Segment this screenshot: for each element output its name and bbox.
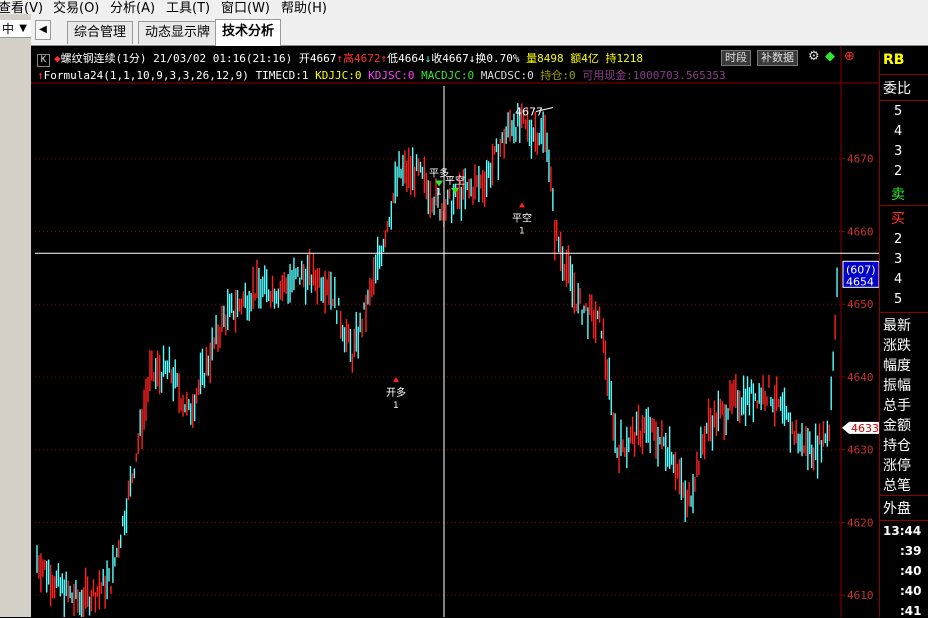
stat-range: 幅度 bbox=[883, 358, 911, 374]
stat-open-interest: 持仓 bbox=[883, 438, 911, 454]
formula-position: 持仓:0 bbox=[540, 69, 576, 82]
y-tick-label: 4640 bbox=[847, 371, 874, 384]
green-diamond-icon[interactable]: ◆ bbox=[825, 49, 835, 64]
left-pane-header[interactable]: 中 ▼ bbox=[0, 20, 31, 38]
candlestick-chart[interactable]: 4610462046304640465046604670(607)4654463… bbox=[31, 46, 879, 617]
settings-icon[interactable]: ⚙ bbox=[808, 49, 820, 64]
high-price: 高4672 bbox=[342, 52, 381, 65]
instrument-name: 螺纹钢连续(1分) bbox=[60, 52, 147, 65]
bar-datetime: 21/03/02 01:16(21:16) bbox=[153, 52, 293, 65]
menu-view[interactable]: 查看(V) bbox=[0, 0, 43, 14]
low-price: 低4664 bbox=[387, 52, 425, 65]
tick-time: 13:44 bbox=[883, 524, 922, 538]
open-interest: 持1218 bbox=[605, 52, 643, 65]
fill-data-button[interactable]: 补数据 bbox=[757, 50, 798, 66]
formula-kdjsc: KDJSC:0 bbox=[368, 69, 415, 82]
left-pane: 中 ▼ bbox=[0, 14, 32, 617]
peak-label: 4677 bbox=[515, 105, 543, 118]
stat-amount: 金额 bbox=[883, 418, 911, 434]
stat-total-volume: 总手 bbox=[883, 398, 911, 414]
signal-count: 1 bbox=[436, 188, 442, 198]
right-quote-panel: RB 委比 5 4 3 2 卖 买 2 3 4 5 最新 涨跌 幅度 振幅 总手… bbox=[879, 50, 928, 618]
open-price: 开4667 bbox=[298, 52, 337, 65]
menu-help[interactable]: 帮助(H) bbox=[281, 0, 327, 14]
tab-scroll-left-icon[interactable]: ◀ bbox=[35, 20, 51, 40]
sell-level-4: 4 bbox=[894, 124, 903, 139]
formula-macdjc: MACDJC:0 bbox=[421, 69, 475, 82]
menu-window[interactable]: 窗口(W) bbox=[221, 0, 270, 14]
contract-code: RB bbox=[883, 52, 905, 68]
signal-label: 平空 bbox=[512, 211, 532, 224]
y-tick-label: 4670 bbox=[847, 153, 874, 166]
menu-bar: 查看(V) 交易(O) 分析(A) 工具(T) 窗口(W) 帮助(H) bbox=[0, 0, 928, 14]
stat-change: 涨跌 bbox=[883, 338, 911, 354]
buy-level-5: 5 bbox=[894, 292, 903, 307]
menu-trade[interactable]: 交易(O) bbox=[53, 0, 99, 14]
amount: 额4亿 bbox=[570, 52, 599, 65]
tab-dynamic-board[interactable]: 动态显示牌 bbox=[138, 21, 218, 44]
tick-second-4: :41 bbox=[900, 604, 922, 618]
crosshair-tag-bottom: 4654 bbox=[846, 275, 874, 288]
buy-signal-arrow bbox=[393, 376, 399, 382]
tick-second-2: :40 bbox=[900, 564, 922, 578]
pin-icon[interactable]: ⊕ bbox=[844, 49, 855, 64]
formula-available-cash: 可用现金:1000703.565353 bbox=[582, 69, 726, 82]
stat-outer-volume: 外盘 bbox=[883, 501, 911, 517]
formula-timecd: TIMECD:1 bbox=[255, 69, 309, 82]
last-price-label: 4633 bbox=[851, 422, 879, 435]
tab-overview[interactable]: 综合管理 bbox=[67, 21, 134, 44]
y-tick-label: 4660 bbox=[847, 225, 874, 238]
sell-label: 卖 bbox=[891, 187, 905, 203]
buy-level-4: 4 bbox=[894, 272, 903, 287]
order-ratio-label: 委比 bbox=[883, 81, 911, 97]
volume: 量8498 bbox=[526, 52, 564, 65]
formula-macdsc: MACDSC:0 bbox=[480, 69, 534, 82]
y-tick-label: 4620 bbox=[847, 516, 874, 529]
sell-level-5: 5 bbox=[894, 104, 903, 119]
stat-total-trades: 总笔 bbox=[883, 478, 911, 494]
stat-latest: 最新 bbox=[883, 318, 911, 334]
y-tick-label: 4610 bbox=[847, 589, 874, 602]
stat-limit-up: 涨停 bbox=[883, 458, 911, 474]
close-price: 收4667 bbox=[431, 52, 469, 65]
tick-second-1: :39 bbox=[900, 544, 922, 558]
chevron-down-icon[interactable]: ▼ bbox=[19, 20, 27, 38]
stat-amplitude: 振幅 bbox=[883, 378, 911, 394]
tab-bar: ◀ 综合管理 动态显示牌 技术分析 bbox=[31, 14, 928, 46]
signal-count: 1 bbox=[393, 401, 399, 411]
period-button[interactable]: 时段 bbox=[721, 50, 751, 66]
tick-second-3: :40 bbox=[900, 584, 922, 598]
formula-kdjjc: KDJJC:0 bbox=[315, 69, 362, 82]
buy-level-3: 3 bbox=[894, 252, 903, 267]
sell-level-2: 2 bbox=[894, 164, 903, 179]
y-tick-label: 4650 bbox=[847, 298, 874, 311]
signal-count: 1 bbox=[519, 226, 525, 236]
signal-label: 开多 bbox=[386, 386, 406, 399]
menu-analysis[interactable]: 分析(A) bbox=[110, 0, 155, 14]
signal-label: 平空 bbox=[445, 174, 465, 187]
chart-area[interactable]: 4610 4620 4630 4640 4650 4660 4670 (607) 4654 463… bbox=[31, 46, 928, 617]
sell-level-3: 3 bbox=[894, 144, 903, 159]
buy-label: 买 bbox=[891, 211, 905, 227]
buy-level-2: 2 bbox=[894, 232, 903, 247]
y-tick-label: 4630 bbox=[847, 444, 874, 457]
left-pane-label: 中 bbox=[2, 22, 15, 36]
menu-tools[interactable]: 工具(T) bbox=[166, 0, 210, 14]
formula-name: Formula24(1,1,10,9,3,3,26,12,9) bbox=[43, 69, 249, 82]
buy-signal-arrow bbox=[519, 202, 525, 208]
tab-technical-analysis[interactable]: 技术分析 bbox=[215, 19, 282, 46]
turnover-rate: 换0.70% bbox=[475, 52, 520, 65]
quote-info-line: K ◆螺纹钢连续(1分) 21/03/02 01:16(21:16) 开4667↑… bbox=[37, 50, 643, 67]
formula-info-line: ↑Formula24(1,1,10,9,3,3,26,12,9) TIMECD:… bbox=[37, 69, 726, 82]
k-badge[interactable]: K bbox=[37, 54, 50, 67]
